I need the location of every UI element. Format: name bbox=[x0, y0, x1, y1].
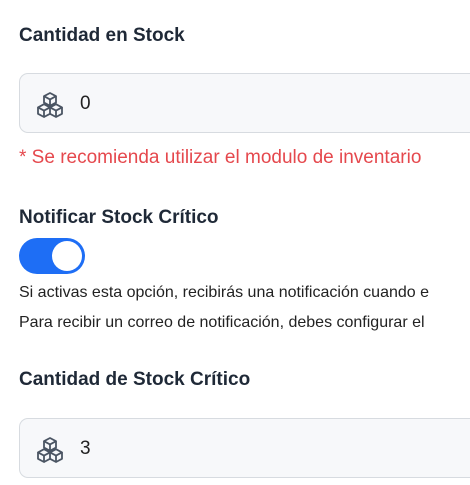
stock-quantity-field[interactable]: 0 bbox=[19, 73, 470, 133]
notify-help-text-2: Para recibir un correo de notificación, … bbox=[19, 314, 425, 331]
notify-critical-stock-label: Notificar Stock Crítico bbox=[19, 207, 219, 228]
cubes-icon bbox=[37, 92, 63, 118]
stock-quantity-value: 0 bbox=[80, 93, 91, 114]
toggle-knob bbox=[52, 241, 82, 271]
notify-help-text-1: Si activas esta opción, recibirás una no… bbox=[19, 284, 430, 301]
critical-stock-quantity-value: 3 bbox=[80, 438, 91, 459]
critical-stock-quantity-field[interactable]: 3 bbox=[19, 418, 470, 478]
stock-quantity-label: Cantidad en Stock bbox=[19, 25, 185, 46]
cubes-icon bbox=[37, 437, 63, 463]
inventory-module-warning: * Se recomienda utilizar el modulo de in… bbox=[19, 147, 422, 168]
notify-critical-stock-toggle[interactable] bbox=[19, 238, 85, 274]
critical-stock-quantity-label: Cantidad de Stock Crítico bbox=[19, 369, 251, 390]
